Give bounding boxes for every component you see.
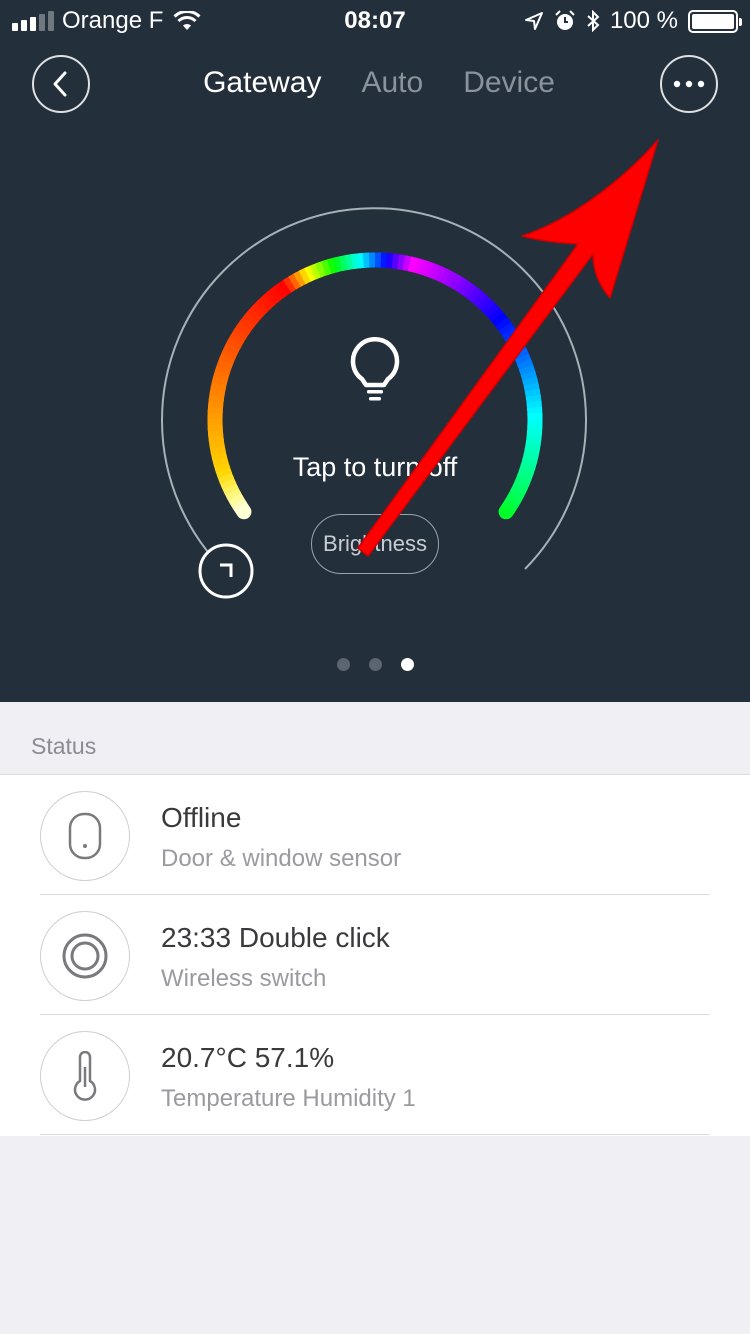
status-list: Offline Door & window sensor 23:33 Doubl… — [0, 774, 750, 1136]
list-item-temperature-humidity[interactable]: 20.7°C 57.1% Temperature Humidity 1 — [0, 1015, 750, 1135]
color-picker-knob[interactable] — [198, 543, 254, 599]
tab-gateway[interactable]: Gateway — [203, 66, 321, 100]
tab-device[interactable]: Device — [463, 66, 555, 100]
device-status-title: 23:33 Double click — [161, 922, 390, 953]
page-dot-1[interactable] — [336, 658, 350, 671]
signal-strength-icon — [12, 11, 54, 31]
tab-auto[interactable]: Auto — [361, 66, 423, 100]
gateway-header: Orange F 08:07 100 % Gateway Auto Device… — [0, 0, 750, 702]
page-dot-2[interactable] — [368, 658, 382, 671]
battery-icon — [688, 9, 742, 33]
brightness-button[interactable]: Brightness — [311, 514, 439, 574]
device-icon-container — [40, 1031, 130, 1121]
location-icon — [524, 12, 543, 30]
page-indicator[interactable] — [0, 658, 750, 671]
device-name: Temperature Humidity 1 — [161, 1085, 416, 1112]
device-icon-container — [40, 791, 130, 881]
page-dot-3[interactable] — [400, 658, 414, 671]
battery-percentage: 100 % — [609, 7, 678, 34]
thermometer-icon — [73, 1051, 97, 1101]
wifi-icon — [173, 11, 201, 30]
row-divider — [40, 1134, 710, 1135]
bluetooth-icon — [587, 10, 600, 32]
device-status-title: 20.7°C 57.1% — [161, 1042, 335, 1073]
spectrum-end-cap — [236, 504, 252, 520]
status-section-title: Status — [31, 733, 97, 759]
device-icon-container — [40, 911, 130, 1001]
spectrum-end-cap — [498, 504, 514, 520]
device-name: Wireless switch — [161, 965, 327, 992]
more-options-button[interactable] — [660, 55, 718, 113]
toggle-light-text[interactable]: Tap to turn off — [0, 452, 750, 483]
more-dots-icon — [673, 80, 705, 88]
device-status-title: Offline — [161, 802, 242, 833]
device-name: Door & window sensor — [161, 845, 402, 872]
alarm-icon — [555, 10, 575, 30]
wireless-switch-icon — [62, 933, 108, 979]
list-item-door-sensor[interactable]: Offline Door & window sensor — [0, 775, 750, 895]
light-bulb-icon — [350, 337, 400, 401]
list-item-wireless-switch[interactable]: 23:33 Double click Wireless switch — [0, 895, 750, 1015]
carrier-name: Orange F — [62, 7, 164, 34]
door-sensor-icon — [68, 812, 102, 860]
status-bar: Orange F 08:07 100 % — [0, 0, 750, 42]
tab-bar: Gateway Auto Device — [0, 66, 750, 100]
